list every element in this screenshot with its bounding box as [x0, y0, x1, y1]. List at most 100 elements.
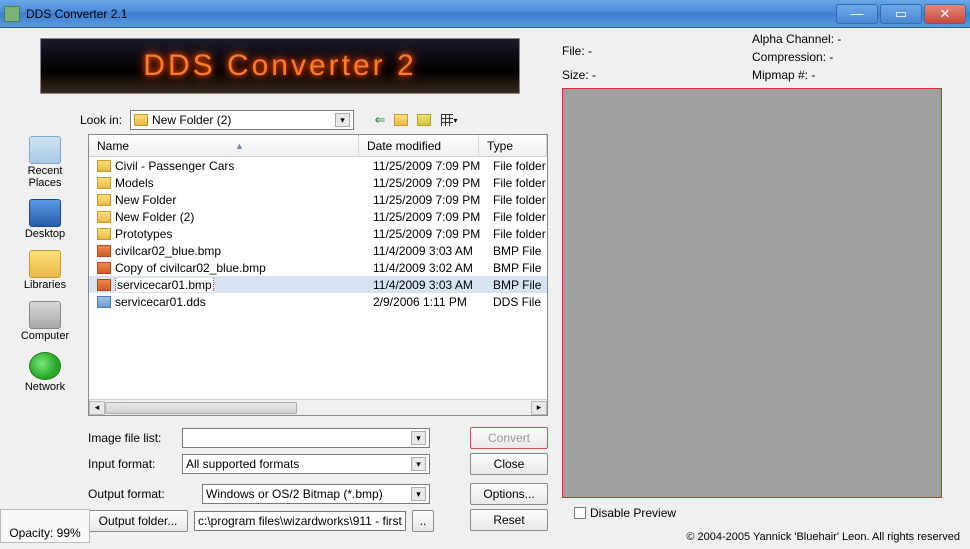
libraries-icon [29, 250, 61, 278]
new-folder-icon [417, 114, 431, 126]
input-format-label: Input format: [88, 457, 176, 471]
file-row[interactable]: Models11/25/2009 7:09 PMFile folder [89, 174, 547, 191]
place-recent[interactable]: Recent Places [8, 134, 82, 191]
file-type: File folder [493, 159, 547, 173]
folder-icon [97, 177, 111, 189]
place-label: Desktop [25, 228, 65, 240]
file-row[interactable]: Copy of civilcar02_blue.bmp11/4/2009 3:0… [89, 259, 547, 276]
file-row[interactable]: civilcar02_blue.bmp11/4/2009 3:03 AMBMP … [89, 242, 547, 259]
file-row[interactable]: Prototypes11/25/2009 7:09 PMFile folder [89, 225, 547, 242]
file-row[interactable]: Civil - Passenger Cars11/25/2009 7:09 PM… [89, 157, 547, 174]
file-name: Prototypes [115, 227, 373, 241]
file-name: New Folder (2) [115, 210, 373, 224]
file-list-header: Name▲ Date modified Type [89, 135, 547, 157]
input-format-combo[interactable]: All supported formats▾ [182, 454, 430, 474]
window-title: DDS Converter 2.1 [26, 7, 836, 21]
folder-icon [97, 194, 111, 206]
recent-places-icon [29, 136, 61, 164]
chevron-down-icon[interactable]: ▾ [335, 113, 350, 127]
chevron-down-icon[interactable]: ▾ [411, 431, 426, 445]
close-app-button[interactable]: Close [470, 453, 548, 475]
computer-icon [29, 301, 61, 329]
lookin-combo[interactable]: New Folder (2) ▾ [130, 110, 354, 130]
col-date[interactable]: Date modified [359, 135, 479, 156]
scroll-track[interactable] [105, 401, 531, 415]
file-type: BMP File [493, 278, 547, 292]
place-label: Network [25, 381, 65, 393]
folder-icon [97, 211, 111, 223]
file-date: 11/4/2009 3:02 AM [373, 261, 493, 275]
file-date: 11/25/2009 7:09 PM [373, 210, 493, 224]
file-rows: Civil - Passenger Cars11/25/2009 7:09 PM… [89, 157, 547, 399]
scroll-right-icon[interactable]: ▸ [531, 401, 547, 415]
back-button[interactable]: ⇐ [370, 110, 390, 130]
lookin-label: Look in: [80, 113, 122, 127]
file-type: File folder [493, 210, 547, 224]
folder-up-icon [394, 114, 408, 126]
file-name: servicecar01.bmp [115, 278, 373, 292]
options-button[interactable]: Options... [470, 483, 548, 505]
opacity-box: Opacity: 99% [0, 509, 90, 543]
col-name[interactable]: Name▲ [89, 135, 359, 156]
close-button[interactable]: ✕ [924, 4, 966, 24]
reset-button[interactable]: Reset [470, 509, 548, 531]
file-date: 11/25/2009 7:09 PM [373, 159, 493, 173]
place-label: Computer [21, 330, 69, 342]
folder-icon [134, 114, 148, 126]
file-name: Civil - Passenger Cars [115, 159, 373, 173]
file-name: New Folder [115, 193, 373, 207]
file-type: BMP File [493, 261, 547, 275]
file-row[interactable]: servicecar01.dds2/9/2006 1:11 PMDDS File [89, 293, 547, 310]
bmp-icon [97, 279, 111, 291]
chevron-down-icon[interactable]: ▾ [411, 457, 426, 471]
title-bar: DDS Converter 2.1 — ▭ ✕ [0, 0, 970, 28]
banner-text: DDS Converter 2 [143, 49, 416, 83]
convert-button[interactable]: Convert [470, 427, 548, 449]
maximize-button[interactable]: ▭ [880, 4, 922, 24]
view-menu-button[interactable]: ▾ [439, 110, 459, 130]
bmp-icon [97, 262, 111, 274]
browse-button[interactable]: .. [412, 510, 434, 532]
bmp-icon [97, 245, 111, 257]
content-area: DDS Converter 2 Look in: New Folder (2) … [0, 28, 970, 549]
opacity-label: Opacity: 99% [9, 526, 80, 540]
file-info: File: - [562, 44, 592, 58]
file-name: Models [115, 176, 373, 190]
folder-icon [97, 228, 111, 240]
file-row[interactable]: servicecar01.bmp11/4/2009 3:03 AMBMP Fil… [89, 276, 547, 293]
horizontal-scrollbar[interactable]: ◂ ▸ [89, 399, 547, 415]
place-label: Libraries [24, 279, 66, 291]
output-folder-field[interactable]: c:\program files\wizardworks\911 - first… [194, 511, 406, 531]
file-row[interactable]: New Folder (2)11/25/2009 7:09 PMFile fol… [89, 208, 547, 225]
file-row[interactable]: New Folder11/25/2009 7:09 PMFile folder [89, 191, 547, 208]
place-libraries[interactable]: Libraries [22, 248, 68, 293]
copyright: © 2004-2005 Yannick 'Bluehair' Leon. All… [686, 531, 960, 543]
file-type: DDS File [493, 295, 547, 309]
place-network[interactable]: Network [23, 350, 67, 395]
image-list-combo[interactable]: ▾ [182, 428, 430, 448]
col-type[interactable]: Type [479, 135, 547, 156]
place-desktop[interactable]: Desktop [23, 197, 67, 242]
lookin-row: Look in: New Folder (2) ▾ ⇐ ▾ [80, 110, 459, 130]
preview-pane [562, 88, 942, 498]
file-date: 11/4/2009 3:03 AM [373, 278, 493, 292]
app-icon [4, 6, 20, 22]
scroll-thumb[interactable] [105, 402, 297, 414]
file-name: civilcar02_blue.bmp [115, 244, 373, 258]
output-folder-button[interactable]: Output folder... [88, 510, 188, 532]
output-format-combo[interactable]: Windows or OS/2 Bitmap (*.bmp)▾ [202, 484, 430, 504]
new-folder-button[interactable] [416, 110, 436, 130]
file-date: 2/9/2006 1:11 PM [373, 295, 493, 309]
folder-icon [97, 160, 111, 172]
place-computer[interactable]: Computer [19, 299, 71, 344]
disable-preview-checkbox[interactable] [574, 507, 586, 519]
minimize-button[interactable]: — [836, 4, 878, 24]
file-name: servicecar01.dds [115, 295, 373, 309]
compression-info: Compression: - [752, 50, 833, 64]
up-button[interactable] [393, 110, 413, 130]
disable-preview-label: Disable Preview [590, 506, 676, 520]
scroll-left-icon[interactable]: ◂ [89, 401, 105, 415]
lookin-value: New Folder (2) [152, 113, 231, 127]
chevron-down-icon[interactable]: ▾ [411, 487, 426, 501]
row-output-format: Output format: Windows or OS/2 Bitmap (*… [88, 484, 430, 504]
